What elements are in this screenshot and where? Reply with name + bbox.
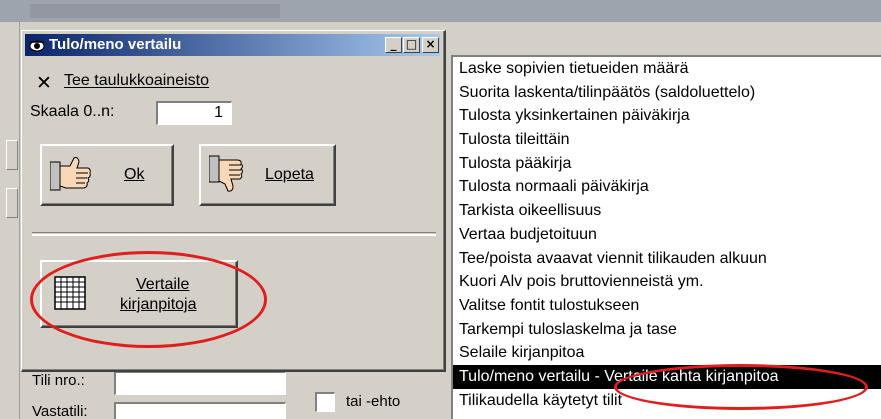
eye-icon bbox=[29, 40, 45, 52]
panel-tab[interactable] bbox=[6, 140, 18, 170]
background-title-text bbox=[30, 4, 280, 18]
list-item[interactable]: Tulosta pääkirja bbox=[453, 152, 881, 176]
account-label: Tili nro.: bbox=[32, 372, 85, 389]
list-item[interactable]: Tulosta tileittäin bbox=[453, 128, 881, 152]
table-data-label: Tee taulukkoaineisto bbox=[64, 72, 209, 89]
list-item[interactable]: Laske sopivien tietueiden määrä bbox=[453, 57, 881, 81]
or-condition-checkbox[interactable] bbox=[315, 392, 335, 412]
commands-listbox[interactable]: Laske sopivien tietueiden määrä Suorita l… bbox=[451, 55, 881, 419]
list-item[interactable]: Tulosta normaali päiväkirja bbox=[453, 175, 881, 199]
table-data-checkbox[interactable]: ✕ bbox=[36, 74, 52, 93]
highlight-oval-list bbox=[614, 364, 868, 410]
list-item[interactable]: Tarkempi tuloslaskelma ja tase bbox=[453, 318, 881, 342]
thumbs-up-icon bbox=[50, 157, 91, 191]
background-window-title bbox=[0, 0, 881, 22]
list-item[interactable]: Tulosta yksinkertainen päiväkirja bbox=[453, 104, 881, 128]
list-item[interactable]: Tarkista oikeellisuus bbox=[453, 199, 881, 223]
quit-button[interactable]: Lopeta bbox=[199, 144, 336, 206]
close-button[interactable]: × bbox=[422, 37, 439, 53]
scale-label: Skaala 0..n: bbox=[30, 103, 115, 120]
list-item[interactable]: Vertaa budjetoituun bbox=[453, 223, 881, 247]
or-condition-label: tai -ehto bbox=[346, 393, 401, 410]
thumbs-down-icon bbox=[209, 155, 243, 192]
highlight-oval-button bbox=[30, 251, 267, 348]
panel-tab[interactable] bbox=[6, 188, 18, 218]
list-item[interactable]: Tee/poista avaavat viennit tilikauden al… bbox=[453, 247, 881, 271]
ok-label: Ok bbox=[124, 166, 145, 183]
dialog-separator bbox=[32, 232, 436, 236]
ok-button[interactable]: Ok bbox=[40, 144, 174, 206]
list-item[interactable]: Valitse fontit tulostukseen bbox=[453, 294, 881, 318]
dialog-title: Tulo/meno vertailu bbox=[49, 36, 182, 53]
list-item[interactable]: Kuori Alv pois bruttovienneistä ym. bbox=[453, 270, 881, 294]
counter-account-label: Vastatili: bbox=[32, 403, 88, 419]
minimize-button[interactable]: _ bbox=[385, 37, 402, 53]
list-item[interactable]: Selaile kirjanpitoa bbox=[453, 341, 881, 365]
counter-account-input[interactable] bbox=[114, 402, 286, 419]
dialog-titlebar[interactable]: Tulo/meno vertailu _ □ × bbox=[25, 34, 440, 56]
account-input[interactable] bbox=[114, 371, 286, 395]
maximize-button[interactable]: □ bbox=[403, 37, 420, 53]
quit-label: Lopeta bbox=[265, 166, 314, 184]
scale-input[interactable]: 1 bbox=[156, 101, 232, 125]
quit-label-text: Lopeta bbox=[265, 166, 314, 183]
background-left-panel bbox=[0, 22, 20, 419]
list-item[interactable]: Suorita laskenta/tilinpäätös (saldoluett… bbox=[453, 81, 881, 105]
